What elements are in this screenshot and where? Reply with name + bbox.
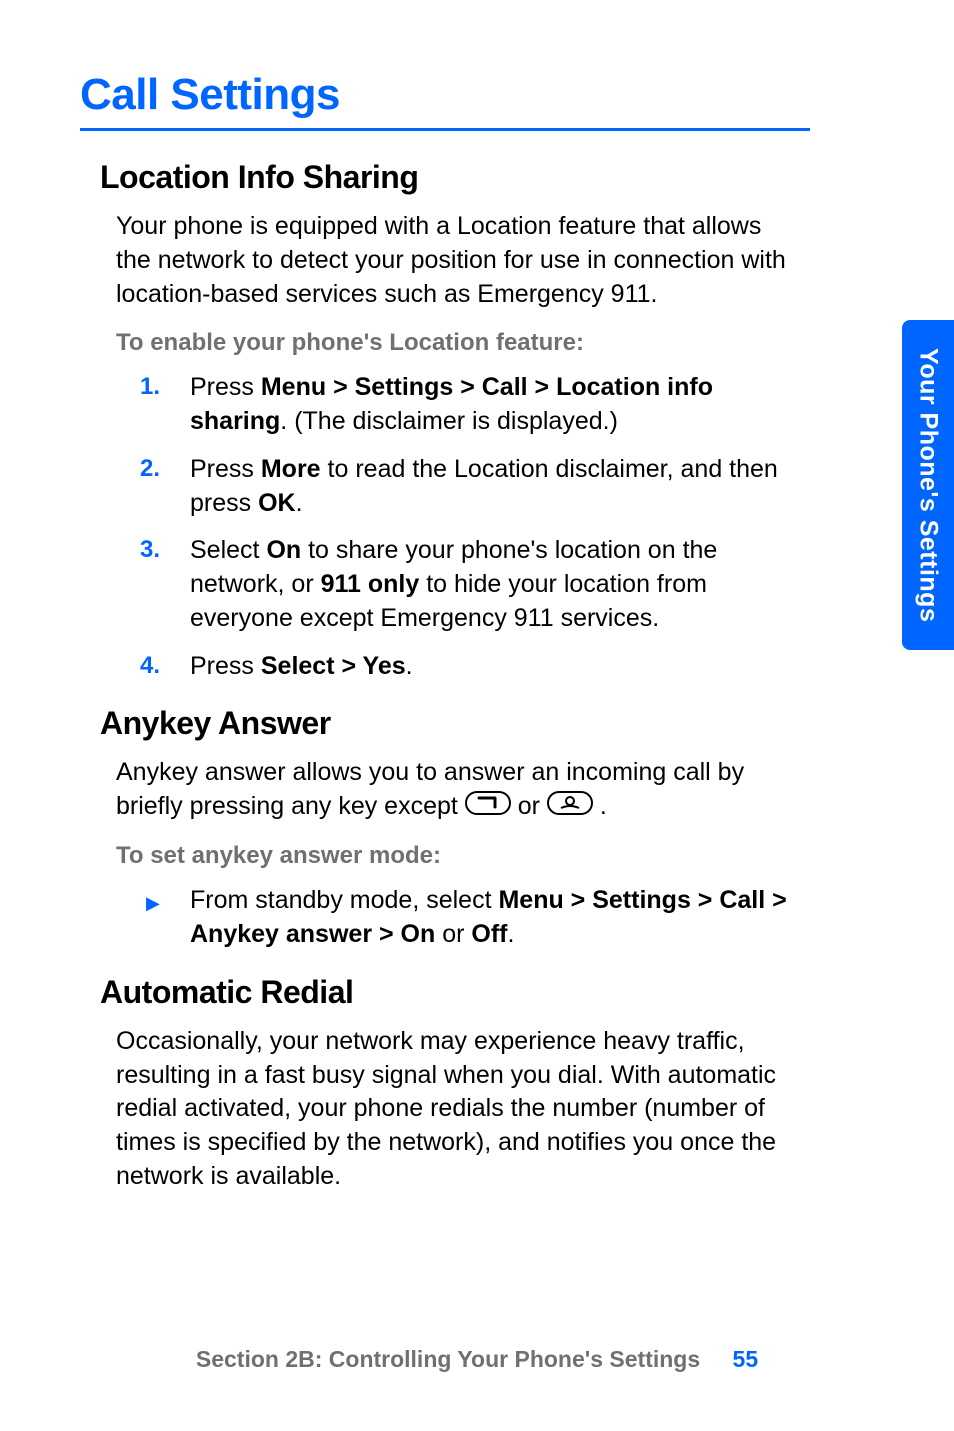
bullet-bold: Off	[471, 920, 507, 948]
step-text: Press	[190, 455, 261, 483]
step-3: 3. Select On to share your phone's locat…	[140, 534, 790, 635]
step-bold: OK	[258, 489, 296, 517]
end-key-icon	[547, 791, 593, 825]
subheading-anykey: Anykey Answer	[100, 705, 790, 742]
anykey-intro: Anykey answer allows you to answer an in…	[116, 756, 790, 824]
side-tab: Your Phone's Settings	[902, 320, 954, 650]
step-text: Select	[190, 536, 266, 564]
bullet-text: or	[435, 920, 471, 948]
subheading-location: Location Info Sharing	[100, 159, 790, 196]
step-bold: 911 only	[321, 570, 420, 598]
bullet-text: .	[508, 920, 515, 948]
step-number: 1.	[140, 371, 160, 403]
anykey-intro-post: .	[600, 792, 607, 820]
step-text: .	[406, 652, 413, 680]
step-text: . (The disclaimer is displayed.)	[280, 407, 618, 435]
heading-underline	[80, 128, 810, 131]
side-tab-label: Your Phone's Settings	[914, 348, 943, 622]
location-intro: Your phone is equipped with a Location f…	[116, 210, 790, 311]
step-number: 4.	[140, 650, 160, 682]
subheading-redial: Automatic Redial	[100, 974, 790, 1011]
location-instruction-label: To enable your phone's Location feature:	[116, 329, 790, 357]
main-heading: Call Settings	[80, 70, 790, 120]
step-1: 1. Press Menu > Settings > Call > Locati…	[140, 371, 790, 439]
redial-intro: Occasionally, your network may experienc…	[116, 1025, 790, 1194]
step-text: .	[296, 489, 303, 517]
step-bold: More	[261, 455, 321, 483]
anykey-intro-mid: or	[518, 792, 547, 820]
page-content: Call Settings Location Info Sharing Your…	[0, 0, 870, 1272]
step-text: Press	[190, 373, 261, 401]
bullet-text: From standby mode, select	[190, 886, 498, 914]
anykey-intro-pre: Anykey answer allows you to answer an in…	[116, 758, 744, 820]
step-number: 3.	[140, 534, 160, 566]
anykey-bullet: ▶ From standby mode, select Menu > Setti…	[140, 884, 790, 952]
page-footer: Section 2B: Controlling Your Phone's Set…	[0, 1346, 954, 1373]
step-bold: On	[266, 536, 301, 564]
step-4: 4. Press Select > Yes.	[140, 650, 790, 684]
anykey-instruction-label: To set anykey answer mode:	[116, 842, 790, 870]
footer-section: Section 2B: Controlling Your Phone's Set…	[196, 1346, 700, 1372]
step-text: Press	[190, 652, 261, 680]
page-number: 55	[733, 1346, 759, 1372]
step-2: 2. Press More to read the Location discl…	[140, 453, 790, 521]
right-softkey-icon	[465, 791, 511, 825]
step-number: 2.	[140, 453, 160, 485]
triangle-bullet-icon: ▶	[146, 891, 160, 915]
location-steps: 1. Press Menu > Settings > Call > Locati…	[140, 371, 790, 683]
step-bold: Select > Yes	[261, 652, 406, 680]
